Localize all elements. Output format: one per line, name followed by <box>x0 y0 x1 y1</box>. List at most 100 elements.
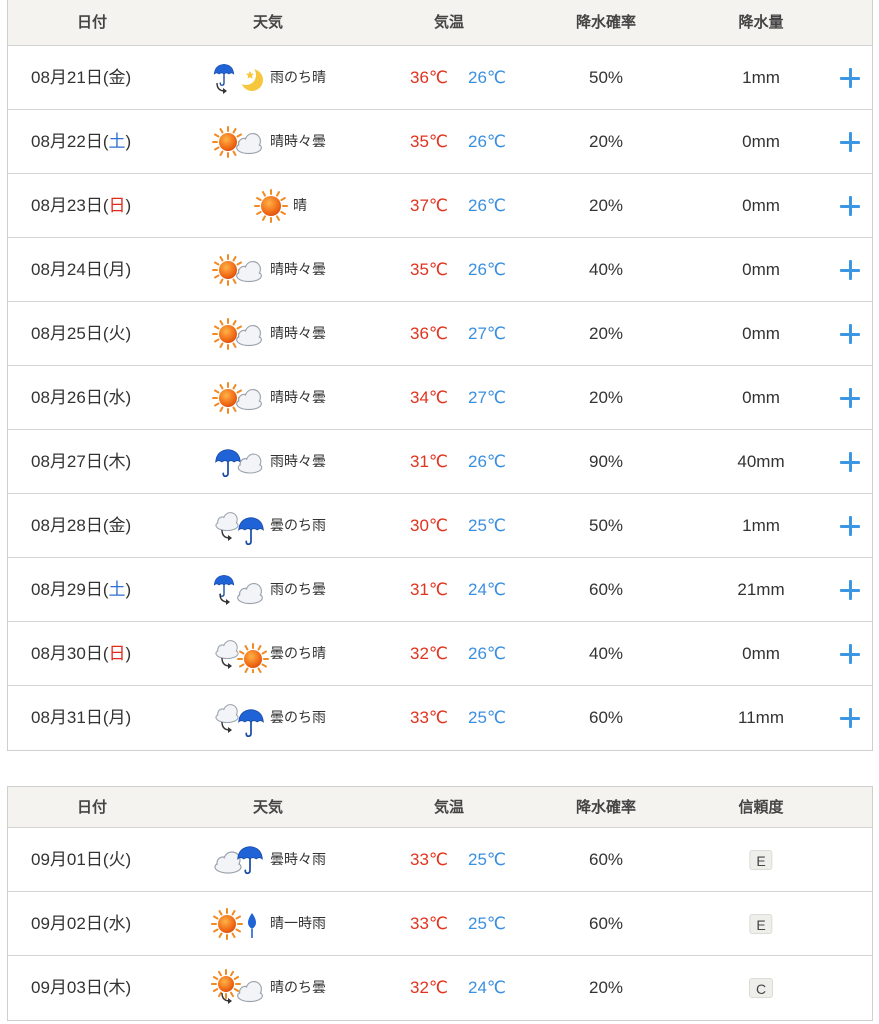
day-of-week: 土 <box>108 580 126 599</box>
weather-text: 雨のち曇 <box>270 581 326 597</box>
weather-text: 曇時々雨 <box>270 851 326 867</box>
header-weather: 天気 <box>252 14 284 31</box>
forecast-row: 09月02日(水) 晴一時雨 33℃ 25℃ 60% E <box>8 892 872 956</box>
weather-text: 雨のち晴 <box>270 69 326 85</box>
rain-with-cloud-icon <box>208 443 270 481</box>
precip-probability: 40% <box>588 260 624 279</box>
precip-probability: 60% <box>588 580 624 599</box>
temp-high: 30℃ <box>409 516 449 535</box>
sun-with-cloud-icon <box>208 379 270 417</box>
day-of-week: 金 <box>108 68 126 87</box>
temp-low: 27℃ <box>467 324 507 343</box>
precip-amount: 0mm <box>742 388 780 407</box>
precip-amount: 40mm <box>737 452 785 471</box>
weather-text: 晴時々曇 <box>270 325 326 341</box>
forecast-row: 08月22日(土) 晴時々曇 35℃ 26℃ 20% 0mm <box>8 110 872 174</box>
precip-amount: 11mm <box>738 708 784 727</box>
header-date: 日付 <box>76 799 108 816</box>
expand-plus-icon[interactable] <box>839 387 861 409</box>
precip-probability: 20% <box>588 388 624 407</box>
cloud-then-rain-icon <box>208 699 270 738</box>
temp-high: 31℃ <box>409 452 449 471</box>
precip-amount: 0mm <box>742 644 780 663</box>
sun-with-cloud-icon <box>208 251 270 289</box>
weather-text: 雨時々曇 <box>270 453 326 469</box>
expand-plus-icon[interactable] <box>839 707 861 729</box>
day-of-week: 水 <box>108 388 126 407</box>
temp-low: 26℃ <box>467 452 507 471</box>
header-amount: 降水量 <box>738 14 784 31</box>
day-of-week: 金 <box>108 516 126 535</box>
day-of-week: 火 <box>108 324 126 343</box>
precip-probability: 60% <box>588 708 624 727</box>
precip-amount: 1mm <box>742 68 780 87</box>
header-weather: 天気 <box>252 799 284 816</box>
reliability-badge: E <box>749 850 773 870</box>
row-date: 08月26日(水) <box>31 388 132 407</box>
sun-then-cloud-icon <box>208 969 270 1007</box>
temp-high: 36℃ <box>409 68 449 87</box>
weather-text: 晴時々曇 <box>270 389 326 405</box>
temp-high: 33℃ <box>409 914 449 933</box>
day-of-week: 月 <box>108 260 126 279</box>
forecast-row: 08月21日(金) 雨のち晴 36℃ 26℃ 50% 1mm <box>8 46 872 110</box>
forecast-row: 08月24日(月) 晴時々曇 35℃ 26℃ 40% 0mm <box>8 238 872 302</box>
forecast-table-14day: 日付 天気 気温 降水確率 降水量 08月21日(金) 雨のち晴 36℃ 26℃… <box>7 0 873 751</box>
header-reliability: 信頼度 <box>738 799 784 816</box>
temp-high: 34℃ <box>409 388 449 407</box>
precip-amount: 0mm <box>742 132 780 151</box>
rain-then-moon-icon <box>208 59 270 97</box>
precip-probability: 90% <box>588 452 624 471</box>
forecast-table-extended: 日付 天気 気温 降水確率 信頼度 09月01日(火) 曇時々雨 33℃ 25℃… <box>7 786 873 1021</box>
header-date: 日付 <box>76 14 108 31</box>
row-date: 08月25日(火) <box>31 324 132 343</box>
forecast-row: 09月01日(火) 曇時々雨 33℃ 25℃ 60% E <box>8 828 872 892</box>
row-date: 08月27日(木) <box>31 452 132 471</box>
temp-high: 31℃ <box>409 580 449 599</box>
temp-low: 26℃ <box>467 196 507 215</box>
temp-high: 35℃ <box>409 260 449 279</box>
reliability-badge: E <box>749 914 773 934</box>
temp-high: 32℃ <box>409 978 449 997</box>
cloud-then-sun-icon <box>208 635 270 675</box>
temp-low: 25℃ <box>467 914 507 933</box>
day-of-week: 火 <box>108 850 126 869</box>
cloud-with-rain-icon <box>208 841 270 879</box>
forecast-row: 08月29日(土) 雨のち曇 31℃ 24℃ 60% 21mm <box>8 558 872 622</box>
weather-text: 曇のち晴 <box>270 645 326 661</box>
temp-high: 37℃ <box>409 196 449 215</box>
forecast-row: 08月26日(水) 晴時々曇 34℃ 27℃ 20% 0mm <box>8 366 872 430</box>
temp-low: 26℃ <box>467 644 507 663</box>
header-temp: 気温 <box>433 799 465 816</box>
expand-plus-icon[interactable] <box>839 451 861 473</box>
row-date: 09月03日(木) <box>31 978 132 997</box>
expand-plus-icon[interactable] <box>839 195 861 217</box>
precip-amount: 0mm <box>742 196 780 215</box>
header-pop: 降水確率 <box>575 14 637 31</box>
expand-plus-icon[interactable] <box>839 259 861 281</box>
day-of-week: 水 <box>108 914 126 933</box>
row-date: 08月30日(日) <box>31 644 132 663</box>
reliability-badge: C <box>748 978 774 998</box>
expand-plus-icon[interactable] <box>839 131 861 153</box>
temp-low: 25℃ <box>467 516 507 535</box>
temp-low: 25℃ <box>467 850 507 869</box>
expand-plus-icon[interactable] <box>839 67 861 89</box>
row-date: 08月24日(月) <box>31 260 132 279</box>
weather-text: 晴 <box>293 197 307 213</box>
precip-probability: 40% <box>588 644 624 663</box>
expand-plus-icon[interactable] <box>839 579 861 601</box>
expand-plus-icon[interactable] <box>839 515 861 537</box>
header-pop: 降水確率 <box>575 799 637 816</box>
weather-text: 晴時々曇 <box>270 133 326 149</box>
temp-low: 26℃ <box>467 260 507 279</box>
temp-low: 26℃ <box>467 68 507 87</box>
expand-plus-icon[interactable] <box>839 643 861 665</box>
temp-low: 27℃ <box>467 388 507 407</box>
sun-with-cloud-icon <box>208 315 270 353</box>
temp-low: 24℃ <box>467 978 507 997</box>
table-header: 日付 天気 気温 降水確率 信頼度 <box>8 786 872 828</box>
expand-plus-icon[interactable] <box>839 323 861 345</box>
precip-amount: 21mm <box>737 580 785 599</box>
row-date: 08月29日(土) <box>31 580 132 599</box>
